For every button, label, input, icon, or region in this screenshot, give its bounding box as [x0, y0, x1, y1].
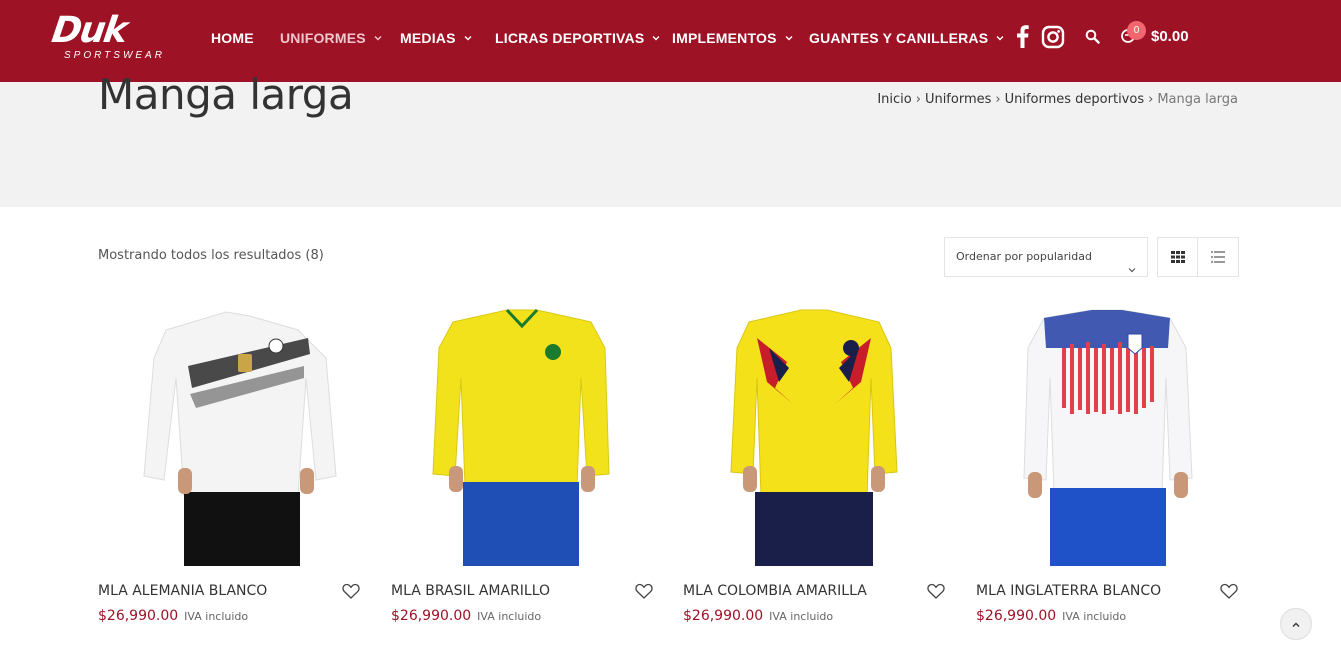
- nav-item-label: HOME: [211, 30, 254, 46]
- cart-total[interactable]: $0.00: [1151, 28, 1189, 45]
- list-view-icon: [1211, 248, 1225, 267]
- price-row: $26,990.00 IVA incluido: [683, 605, 833, 624]
- product-name[interactable]: MLA ALEMANIA BLANCO: [98, 583, 267, 599]
- product-name[interactable]: MLA COLOMBIA AMARILLA: [683, 583, 867, 599]
- product-price: $26,990.00: [976, 608, 1057, 624]
- price-row: $26,990.00 IVA incluido: [391, 605, 541, 624]
- nav-item-home[interactable]: HOME: [211, 28, 254, 48]
- chevron-down-icon: [373, 33, 383, 43]
- breadcrumb-separator: ›: [915, 92, 921, 107]
- product-name[interactable]: MLA BRASIL AMARILLO: [391, 583, 550, 599]
- jersey-illustration: [730, 309, 898, 566]
- logo-wordmark: Duk: [49, 10, 129, 51]
- grid-view-button[interactable]: [1157, 237, 1199, 277]
- result-count: Mostrando todos los resultados (8): [98, 248, 324, 263]
- site-logo[interactable]: Duk SPORTSWEAR: [49, 10, 165, 62]
- wishlist-heart-icon[interactable]: [927, 582, 945, 600]
- nav-item-uniformes[interactable]: UNIFORMES: [280, 28, 383, 48]
- logo-subtext: SPORTSWEAR: [64, 50, 165, 61]
- breadcrumb-current: Manga larga: [1157, 92, 1238, 107]
- instagram-icon[interactable]: [1041, 25, 1065, 53]
- chevron-down-icon: [784, 33, 794, 43]
- product-card: MLA COLOMBIA AMARILLA $26,990.00 IVA incl…: [683, 308, 945, 638]
- product-image[interactable]: [98, 308, 360, 568]
- sort-select[interactable]: Ordenar por popularidad: [944, 237, 1148, 277]
- product-card: MLA ALEMANIA BLANCO $26,990.00 IVA inclui…: [98, 308, 360, 638]
- chevron-up-icon: [1291, 615, 1301, 634]
- wishlist-heart-icon[interactable]: [342, 582, 360, 600]
- product-price: $26,990.00: [391, 608, 472, 624]
- wishlist-heart-icon[interactable]: [1220, 582, 1238, 600]
- tax-note: IVA incluido: [184, 610, 249, 623]
- chevron-down-icon: [463, 33, 473, 43]
- chevron-down-icon: [1127, 253, 1137, 291]
- nav-item-medias[interactable]: MEDIAS: [400, 28, 473, 48]
- list-view-button[interactable]: [1197, 237, 1239, 277]
- sort-selected-value: Ordenar por popularidad: [956, 250, 1092, 263]
- tax-note: IVA incluido: [477, 610, 542, 623]
- grid-view-icon: [1171, 248, 1185, 267]
- breadcrumb-separator: ›: [1148, 92, 1154, 107]
- chevron-down-icon: [651, 33, 661, 43]
- breadcrumb-link-uniformes[interactable]: Uniformes: [925, 92, 991, 107]
- product-price: $26,990.00: [683, 608, 764, 624]
- nav-item-implementos[interactable]: IMPLEMENTOS: [672, 28, 794, 48]
- nav-item-licras-deportivas[interactable]: LICRAS DEPORTIVAS: [495, 28, 661, 48]
- cart-count-badge: 0: [1127, 21, 1146, 40]
- price-row: $26,990.00 IVA incluido: [976, 605, 1126, 624]
- tax-note: IVA incluido: [1062, 610, 1127, 623]
- product-image[interactable]: [976, 308, 1238, 568]
- product-image[interactable]: [391, 308, 653, 568]
- facebook-icon[interactable]: [1014, 24, 1030, 52]
- chevron-down-icon: [995, 33, 1005, 43]
- nav-item-label: LICRAS DEPORTIVAS: [495, 30, 645, 46]
- product-card: MLA BRASIL AMARILLO $26,990.00 IVA inclui…: [391, 308, 653, 638]
- product-card: MLA INGLATERRA BLANCO $26,990.00 IVA incl…: [976, 308, 1238, 638]
- search-icon[interactable]: [1085, 29, 1100, 48]
- product-name[interactable]: MLA INGLATERRA BLANCO: [976, 583, 1161, 599]
- product-price: $26,990.00: [98, 608, 179, 624]
- nav-item-label: GUANTES Y CANILLERAS: [809, 30, 989, 46]
- nav-item-label: UNIFORMES: [280, 30, 366, 46]
- breadcrumb: Inicio › Uniformes › Uniformes deportivos › Ma…: [877, 92, 1238, 107]
- nav-item-label: IMPLEMENTOS: [672, 30, 777, 46]
- scroll-to-top-button[interactable]: [1280, 608, 1312, 640]
- breadcrumb-link-inicio[interactable]: Inicio: [877, 92, 911, 107]
- nav-item-guantes-y-canilleras[interactable]: GUANTES Y CANILLERAS: [809, 28, 1005, 48]
- tax-note: IVA incluido: [769, 610, 834, 623]
- product-image[interactable]: [683, 308, 945, 568]
- jersey-illustration: [143, 311, 337, 566]
- wishlist-heart-icon[interactable]: [635, 582, 653, 600]
- jersey-illustration: [1023, 309, 1193, 566]
- nav-item-label: MEDIAS: [400, 30, 456, 46]
- jersey-illustration: [432, 308, 610, 566]
- breadcrumb-separator: ›: [995, 92, 1001, 107]
- breadcrumb-link-uniformes-deportivos[interactable]: Uniformes deportivos: [1005, 92, 1145, 107]
- price-row: $26,990.00 IVA incluido: [98, 605, 248, 624]
- page-title: Manga larga: [98, 70, 354, 119]
